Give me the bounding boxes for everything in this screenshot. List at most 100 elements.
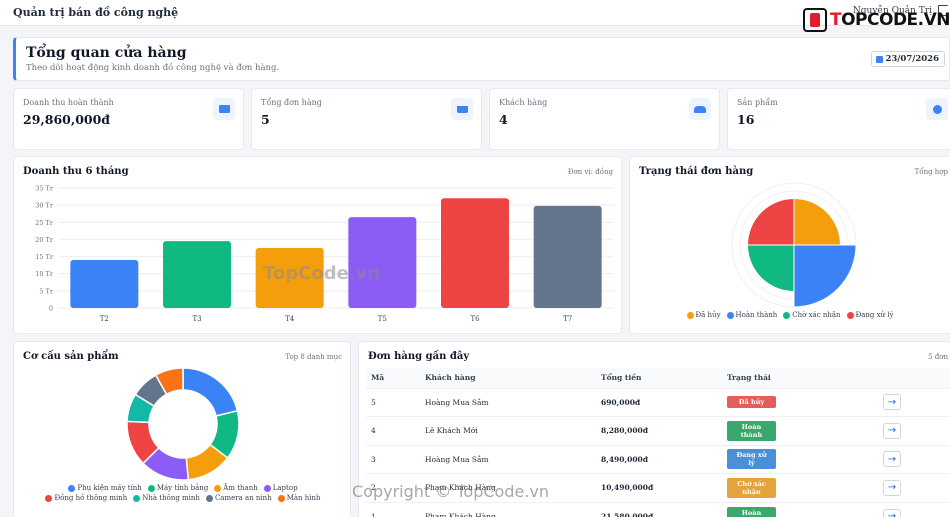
legend-item[interactable]: Laptop — [263, 484, 298, 492]
column-header-status: Trạng thái — [722, 368, 878, 388]
revenue-bar-chart: 0 5 Tr 10 Tr 15 Tr 20 Tr 25 Tr 30 Tr 35 Tr T2 T3 T… — [35, 185, 614, 323]
order-id: 5 — [366, 387, 420, 417]
order-status-cell: Đã hủy — [722, 387, 878, 417]
y-tick-label: 20 Tr — [35, 236, 54, 244]
view-order-button[interactable]: → — [883, 422, 901, 439]
overview-header: Tổng quan cửa hàng Theo dõi hoạt động ki… — [13, 37, 950, 81]
legend-label: Phụ kiện máy tính — [77, 484, 142, 492]
order-status-cell: Hoàn thành — [722, 501, 878, 517]
order-total: 10,490,000đ — [596, 473, 722, 502]
status-badge: Đang xử lý — [727, 449, 776, 470]
order-total: 8,490,000đ — [596, 444, 722, 474]
category-panel: Cơ cấu sản phẩm Top 8 danh mục Phụ kiện … — [13, 341, 351, 517]
watermark-text: TopCode.vn — [263, 263, 381, 284]
legend-label: Camera an ninh — [214, 494, 272, 502]
topcode-logo: TOPCODE.VN — [803, 8, 950, 32]
legend-label: Đồng hồ thông minh — [54, 494, 128, 502]
legend-item[interactable]: Máy tính bảng — [147, 484, 209, 492]
legend-item[interactable]: Đã hủy — [686, 311, 721, 319]
order-customer: Hoàng Mua Sắm — [420, 444, 596, 474]
legend-item[interactable]: Phụ kiện máy tính — [68, 484, 142, 492]
legend-item[interactable]: Màn hình — [277, 494, 321, 502]
status-slice[interactable] — [793, 197, 842, 246]
copyright-text: Copyright © TopCode.vn — [352, 482, 550, 501]
x-tick-label: T7 — [563, 315, 572, 323]
status-badge: Đã hủy — [727, 396, 776, 409]
revenue-bar[interactable] — [163, 241, 231, 308]
order-customer: Hoàng Mua Sắm — [420, 387, 596, 417]
order-id: 4 — [366, 416, 420, 445]
y-tick-label: 30 Tr — [35, 202, 54, 210]
order-action-cell: → — [878, 416, 950, 445]
order-total: 8,280,000đ — [596, 416, 722, 445]
category-slice[interactable] — [182, 367, 239, 417]
kpi-value: 16 — [737, 112, 755, 127]
revenue-bar[interactable] — [441, 198, 509, 308]
legend-label: Laptop — [272, 484, 298, 492]
kpi-revenue: Doanh thu hoàn thành 29,860,000đ — [13, 88, 244, 150]
legend-label: Âm thanh — [223, 484, 258, 492]
status-badge: Chờ xác nhận — [727, 477, 776, 498]
legend-item[interactable]: Đồng hồ thông minh — [45, 494, 127, 502]
logo-mark-icon — [803, 8, 827, 32]
status-slice[interactable] — [746, 197, 795, 246]
legend-item[interactable]: Đang xử lý — [846, 311, 894, 319]
status-badge: Hoàn thành — [727, 506, 776, 517]
legend-swatch — [783, 311, 791, 319]
kpi-value: 5 — [261, 112, 270, 127]
legend-swatch — [133, 494, 141, 502]
legend-item[interactable]: Camera an ninh — [205, 494, 272, 502]
recent-orders-count: 5 đơn — [928, 353, 948, 361]
cart-icon — [451, 98, 473, 120]
kpi-label: Doanh thu hoàn thành — [23, 98, 114, 107]
legend-swatch — [277, 494, 285, 502]
legend-item[interactable]: Chờ xác nhận — [783, 311, 841, 319]
legend-swatch — [846, 311, 854, 319]
status-slice[interactable] — [746, 244, 795, 293]
view-order-button[interactable]: → — [883, 479, 901, 496]
order-status-panel: Trạng thái đơn hàng Tổng hợp Đã hủy Hoàn … — [629, 156, 950, 334]
legend-item[interactable]: Nhà thông minh — [133, 494, 200, 502]
revenue-bar[interactable] — [533, 205, 602, 308]
box-icon — [926, 98, 948, 120]
legend-label: Nhà thông minh — [142, 494, 200, 502]
kpi-products: Sản phẩm 16 — [727, 88, 950, 150]
current-date: 23/07/2026 — [885, 54, 939, 64]
view-order-button[interactable]: → — [883, 508, 901, 517]
y-tick-label: 5 Tr — [39, 287, 54, 295]
view-order-button[interactable]: → — [883, 394, 901, 411]
view-order-button[interactable]: → — [883, 451, 901, 468]
legend-item[interactable]: Âm thanh — [214, 484, 258, 492]
users-icon — [689, 98, 711, 120]
y-tick-label: 35 Tr — [35, 185, 54, 193]
orders-header-row: Mã Khách hàng Tổng tiền Trạng thái — [366, 368, 950, 388]
order-status-legend: Đã hủy Hoàn thành Chờ xác nhận Đang xử lý — [660, 311, 920, 319]
kpi-label: Sản phẩm — [737, 98, 778, 107]
x-tick-label: T5 — [378, 315, 387, 323]
y-tick-label: 25 Tr — [35, 219, 54, 227]
order-id: 3 — [366, 444, 420, 474]
status-slice[interactable] — [793, 244, 857, 308]
legend-swatch — [263, 484, 271, 492]
kpi-customers: Khách hàng 4 — [489, 88, 720, 150]
calendar-icon — [876, 55, 884, 63]
x-tick-label: T2 — [100, 315, 109, 323]
order-total: 690,000đ — [596, 387, 722, 417]
page-subtitle: Theo dõi hoạt động kinh doanh đồ công ng… — [26, 63, 280, 73]
category-legend: Phụ kiện máy tính Máy tính bảng Âm thanh La… — [34, 484, 332, 502]
column-header-action — [878, 368, 950, 388]
table-row: 4 Lê Khách Mới 8,280,000đ Hoàn thành → — [366, 416, 950, 445]
order-action-cell: → — [878, 473, 950, 502]
legend-swatch — [205, 494, 213, 502]
order-total: 21,580,000đ — [596, 501, 722, 517]
legend-item[interactable]: Hoàn thành — [726, 311, 777, 319]
order-customer: Phạm Khách Hàng — [420, 501, 596, 517]
column-header-id: Mã — [366, 368, 420, 388]
legend-label: Đang xử lý — [855, 311, 894, 319]
order-action-cell: → — [878, 387, 950, 417]
kpi-label: Khách hàng — [499, 98, 548, 107]
y-tick-label: 15 Tr — [35, 253, 54, 261]
column-header-customer: Khách hàng — [420, 368, 596, 388]
legend-label: Máy tính bảng — [156, 484, 209, 492]
revenue-bar[interactable] — [70, 260, 139, 308]
